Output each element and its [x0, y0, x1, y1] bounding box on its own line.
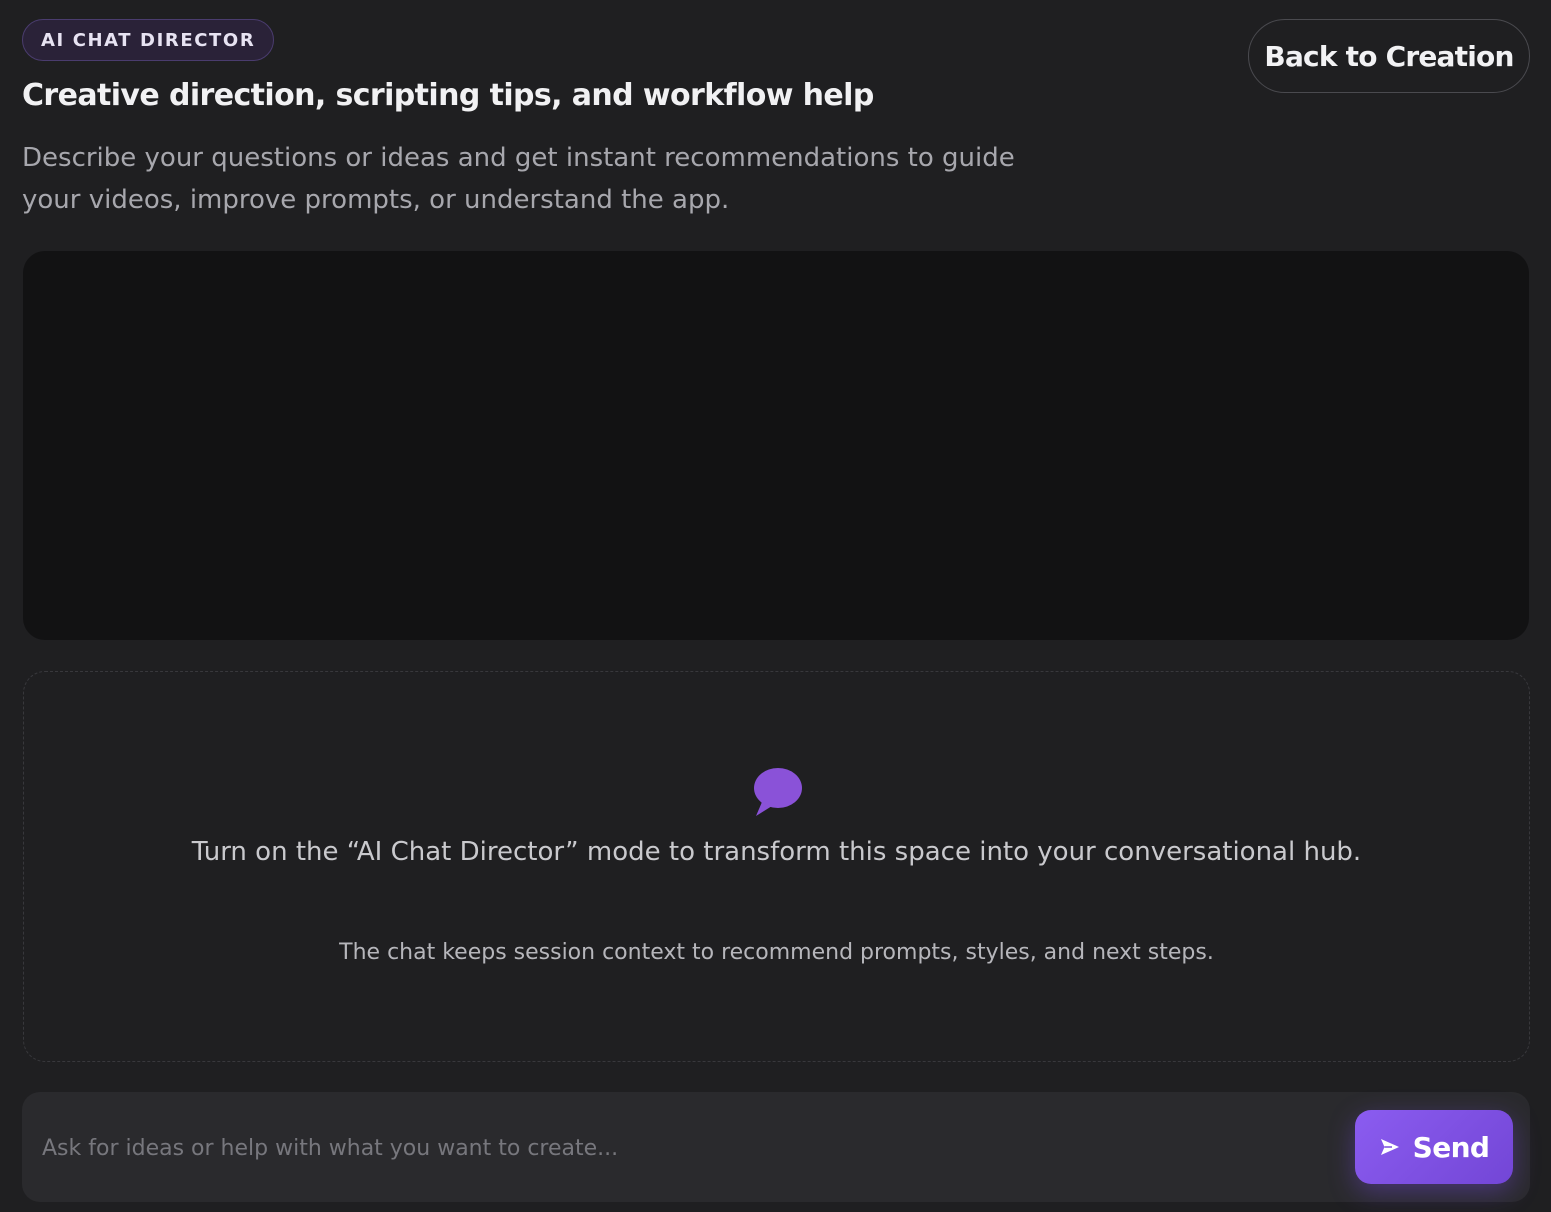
chat-bubble-icon: [754, 768, 802, 816]
page-description: Describe your questions or ideas and get…: [22, 143, 1015, 215]
send-arrow-icon: [1380, 1139, 1399, 1155]
back-to-creation-button[interactable]: Back to Creation: [1248, 19, 1530, 93]
chat-empty-submessage: The chat keeps session context to recomm…: [339, 940, 1214, 965]
chat-message-input[interactable]: [40, 1122, 1344, 1174]
chat-composer: Send: [22, 1092, 1530, 1202]
section-badge: AI CHAT DIRECTOR: [22, 19, 275, 61]
ai-chat-director-page: AI CHAT DIRECTOR Creative direction, scr…: [0, 0, 1551, 1212]
send-button[interactable]: Send: [1355, 1110, 1513, 1184]
chat-empty-state: Turn on the “AI Chat Director” mode to t…: [23, 671, 1530, 1062]
chat-empty-message: Turn on the “AI Chat Director” mode to t…: [191, 837, 1362, 867]
page-title: Creative direction, scripting tips, and …: [22, 78, 874, 113]
send-button-label: Send: [1412, 1130, 1490, 1164]
video-preview-panel: [23, 251, 1529, 640]
